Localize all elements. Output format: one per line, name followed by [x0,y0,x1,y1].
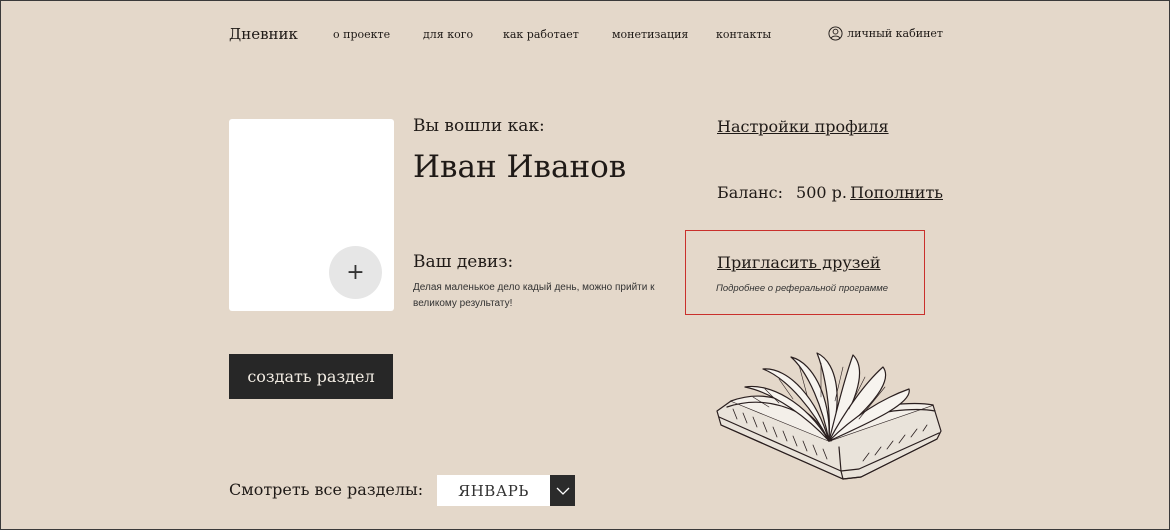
create-section-button[interactable]: создать раздел [229,354,393,399]
invite-friends-box: Пригласить друзей Подробнее о реферально… [685,230,925,315]
user-circle-icon [828,26,843,41]
balance-label: Баланс: [717,183,784,202]
month-select-value: ЯНВАРЬ [437,475,550,506]
month-select[interactable]: ЯНВАРЬ [437,475,575,506]
nav-monetization[interactable]: монетизация [612,28,688,41]
motto-text: Делая маленькое дело кадый день, можно п… [413,282,655,309]
view-sections-label: Смотреть все разделы: [229,480,424,499]
avatar: + [229,119,394,311]
balance-value: 500 р. [796,183,847,202]
invite-friends-link[interactable]: Пригласить друзей [717,253,881,272]
logo[interactable]: Дневник [229,25,298,43]
logged-in-label: Вы вошли как: [413,116,545,136]
nav-how-it-works[interactable]: как работает [503,28,579,41]
plus-icon: + [346,260,365,285]
header: Дневник о проекте для кого как работает … [229,25,943,47]
profile-settings-link[interactable]: Настройки профиля [717,117,889,136]
account-link[interactable]: личный кабинет [828,26,943,41]
open-book-icon [716,352,942,480]
account-label: личный кабинет [847,27,943,40]
nav-contacts[interactable]: контакты [716,28,771,41]
month-select-toggle[interactable] [550,475,575,506]
motto-label: Ваш девиз: [413,252,514,272]
add-photo-button[interactable]: + [329,246,382,299]
top-up-link[interactable]: Пополнить [850,183,943,202]
balance-row: Баланс: 500 р. Пополнить [717,183,943,202]
user-name: Иван Иванов [413,149,627,185]
referral-program-link[interactable]: Подробнее о реферальной программе [716,283,888,294]
nav-about[interactable]: о проекте [333,28,390,41]
nav-for-whom[interactable]: для кого [423,28,473,41]
chevron-down-icon [556,487,569,495]
